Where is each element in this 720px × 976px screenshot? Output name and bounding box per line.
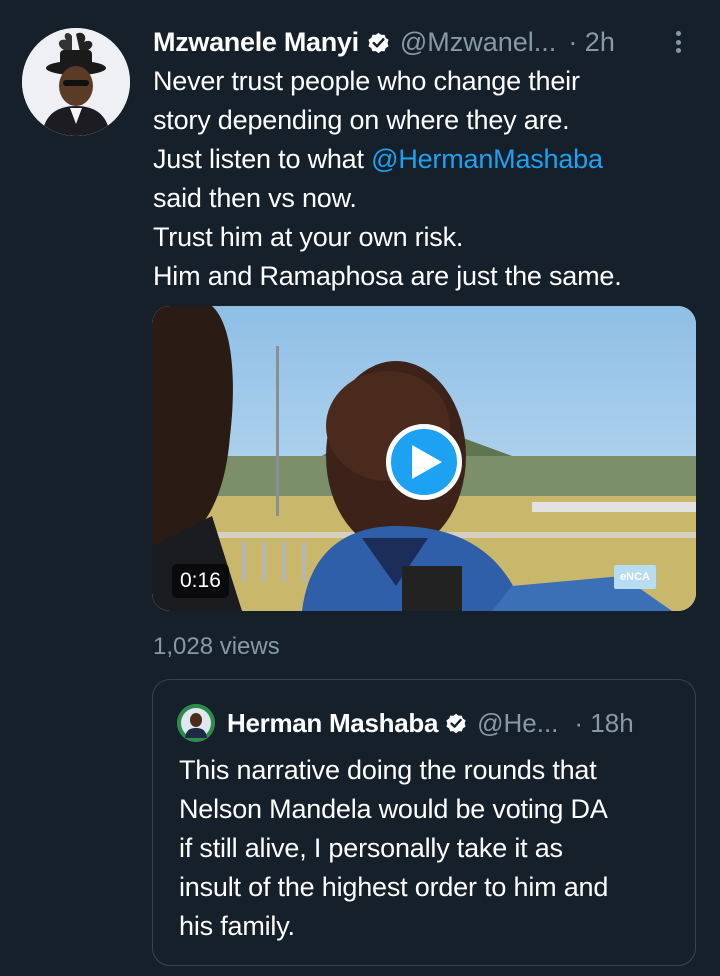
tweet-text-line: Just listen to what @HermanMashaba xyxy=(153,140,703,179)
tweet-text-line: Never trust people who change their xyxy=(153,66,580,96)
quoted-text-line: insult of the highest order to him and xyxy=(179,872,609,902)
tweet-header: Mzwanele Manyi @Mzwanel... · 2h xyxy=(153,24,698,60)
quoted-text-line: his family. xyxy=(179,911,295,941)
tweet-text-segment: Just listen to what xyxy=(153,144,372,174)
author-name[interactable]: Mzwanele Manyi xyxy=(153,27,359,58)
quoted-text-line: if still alive, I personally take it as xyxy=(179,833,563,863)
tweet-text-line: Him and Ramaphosa are just the same. xyxy=(153,261,622,291)
quoted-tweet[interactable]: Herman Mashaba @He... · 18h This narrati… xyxy=(152,679,696,966)
tweet-time[interactable]: · 2h xyxy=(568,27,615,58)
tweet-text-line: Trust him at your own risk. xyxy=(153,222,464,252)
quoted-tweet-text: This narrative doing the rounds that Nel… xyxy=(179,751,689,946)
play-icon xyxy=(412,445,442,479)
tweet-text-line: story depending on where they are. xyxy=(153,105,570,135)
quoted-author-handle[interactable]: @He... xyxy=(477,708,558,739)
play-button[interactable] xyxy=(386,424,462,500)
quoted-text-line: Nelson Mandela would be voting DA xyxy=(179,794,608,824)
verified-badge-icon xyxy=(368,32,389,53)
quoted-tweet-time[interactable]: · 18h xyxy=(574,708,633,739)
author-avatar[interactable] xyxy=(22,28,130,136)
tweet[interactable]: Mzwanele Manyi @Mzwanel... · 2h Never tr… xyxy=(0,0,720,976)
tweet-text-line: said then vs now. xyxy=(153,183,357,213)
video-player[interactable]: 0:16 eNCA xyxy=(152,306,696,611)
more-vertical-icon[interactable] xyxy=(668,28,688,56)
view-count: 1,028 views xyxy=(153,633,280,660)
quoted-text-line: This narrative doing the rounds that xyxy=(179,755,597,785)
author-handle[interactable]: @Mzwanel... xyxy=(400,27,556,58)
mention-link[interactable]: @HermanMashaba xyxy=(371,144,603,174)
tweet-text: Never trust people who change their stor… xyxy=(153,62,703,296)
channel-logo: eNCA xyxy=(614,565,656,589)
quoted-tweet-header: Herman Mashaba @He... · 18h xyxy=(177,704,677,742)
video-duration: 0:16 xyxy=(172,564,229,598)
quoted-author-name[interactable]: Herman Mashaba xyxy=(227,708,438,739)
verified-badge-icon xyxy=(446,713,466,734)
quoted-author-avatar[interactable] xyxy=(177,704,215,742)
